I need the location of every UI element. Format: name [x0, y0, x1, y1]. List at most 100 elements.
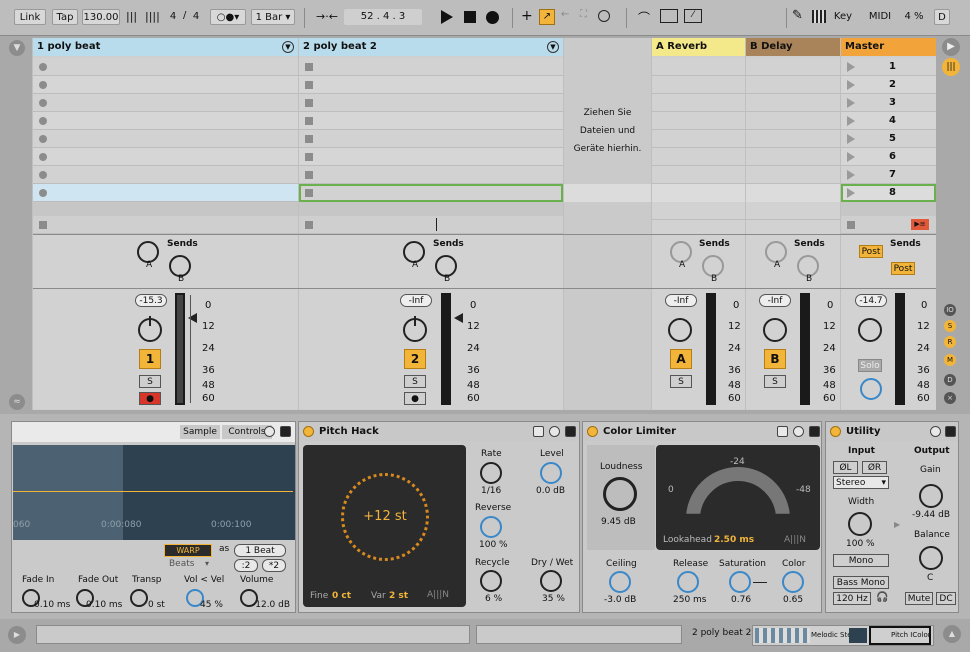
mixer-toggle-icon[interactable]: M: [944, 354, 956, 366]
clip-slot[interactable]: [299, 58, 563, 76]
stop-icon[interactable]: [464, 11, 476, 23]
return-b-volume-field[interactable]: -Inf: [759, 294, 791, 307]
master-volume-field[interactable]: -14.7: [855, 294, 887, 307]
track-1-menu-icon[interactable]: ▼: [282, 41, 294, 53]
track-1-solo[interactable]: S: [139, 375, 161, 388]
utility-expand-icon[interactable]: [930, 426, 941, 437]
return-a-volume-field[interactable]: -Inf: [665, 294, 697, 307]
nudge-down-icon[interactable]: |||: [126, 10, 140, 24]
lookahead-value[interactable]: 2.50 ms: [714, 535, 754, 545]
expand-browser-icon[interactable]: ▶: [8, 626, 26, 644]
nudge-up-icon[interactable]: ||||: [145, 10, 160, 24]
link-button[interactable]: Link: [14, 9, 46, 25]
stop-all-clips[interactable]: ▶≡: [841, 216, 936, 234]
pitch-hack-display[interactable]: +12 st Fine 0 ct Var 2 st A|||N: [303, 445, 466, 607]
beats-mode-menu[interactable]: Beats: [169, 559, 194, 569]
scene-launch[interactable]: 1: [841, 58, 936, 76]
clip-view-toggle-icon[interactable]: |||: [942, 58, 960, 76]
track-2-activator[interactable]: 2: [404, 349, 426, 369]
clip-slot[interactable]: [33, 148, 298, 166]
pitch-hack-save-icon[interactable]: [565, 426, 576, 437]
stereo-mode-select[interactable]: Stereo ▾: [833, 476, 889, 489]
loop-icon[interactable]: [660, 9, 678, 23]
punch-icon[interactable]: ⁄: [684, 9, 702, 23]
stop-all-clips-icon[interactable]: ▶≡: [911, 219, 929, 230]
fine-value[interactable]: 0 ct: [332, 591, 351, 601]
return-a-pan-knob[interactable]: [668, 318, 692, 342]
return-b-activator[interactable]: B: [764, 349, 786, 369]
keyboard-icon[interactable]: [812, 10, 826, 23]
delay-toggle-icon[interactable]: D: [944, 374, 956, 386]
gain-knob[interactable]: [919, 484, 943, 508]
saturation-knob[interactable]: [729, 571, 751, 593]
drywet-knob[interactable]: [540, 570, 562, 592]
utility-power-icon[interactable]: [830, 426, 841, 437]
automation-arm-icon[interactable]: ↗: [539, 9, 555, 25]
headphone-icon[interactable]: 🎧: [876, 592, 888, 603]
session-record-icon[interactable]: [598, 10, 610, 22]
device-overview[interactable]: Melodic Ste Pitch IColor: [752, 625, 934, 646]
mono-button[interactable]: Mono: [833, 554, 889, 567]
ceiling-knob[interactable]: [609, 571, 631, 593]
loudness-knob[interactable]: [603, 477, 637, 511]
return-a-header[interactable]: A Reverb: [652, 38, 745, 56]
detail-view-toggle-icon[interactable]: ▲: [943, 625, 961, 643]
master-solo[interactable]: Solo: [858, 359, 882, 372]
record-icon[interactable]: [486, 11, 499, 24]
quantize-menu[interactable]: 1 Bar ▾: [251, 9, 295, 25]
return-a-activator[interactable]: A: [670, 349, 692, 369]
draw-mode-icon[interactable]: ⌒: [638, 9, 650, 26]
clip-save-icon[interactable]: [280, 426, 291, 437]
transpose-knob[interactable]: [130, 589, 148, 607]
clip-slot[interactable]: [33, 166, 298, 184]
clip-slot[interactable]: [299, 94, 563, 112]
dc-button[interactable]: DC: [936, 592, 956, 605]
clip-slot[interactable]: [33, 130, 298, 148]
color-limiter-macro-icon[interactable]: [777, 426, 788, 437]
clip-slot[interactable]: [299, 76, 563, 94]
reverse-knob[interactable]: [480, 516, 502, 538]
scene-launch[interactable]: 7: [841, 166, 936, 184]
follow-icon[interactable]: →·←: [316, 10, 338, 23]
track-2-arm[interactable]: ●: [404, 392, 426, 405]
scene-launch[interactable]: 3: [841, 94, 936, 112]
rate-knob[interactable]: [480, 462, 502, 484]
cue-volume-knob[interactable]: [860, 378, 882, 400]
return-b-pan-knob[interactable]: [763, 318, 787, 342]
bass-mono-button[interactable]: Bass Mono: [833, 576, 889, 589]
scene-launch[interactable]: 5: [841, 130, 936, 148]
clip-slot[interactable]: [299, 112, 563, 130]
bass-freq-field[interactable]: 120 Hz: [833, 592, 871, 605]
mute-button[interactable]: Mute: [905, 592, 933, 605]
signature-numerator[interactable]: 4: [165, 9, 181, 25]
balance-knob[interactable]: [919, 546, 943, 570]
io-toggle-icon[interactable]: IO: [944, 304, 956, 316]
return-a-solo[interactable]: S: [670, 375, 692, 388]
track-1-activator[interactable]: 1: [139, 349, 161, 369]
color-knob[interactable]: [782, 571, 804, 593]
pitch-hack-header[interactable]: Pitch Hack: [299, 422, 579, 441]
color-limiter-header[interactable]: Color Limiter: [583, 422, 821, 441]
arrangement-position[interactable]: 52 . 4 . 3: [344, 9, 422, 25]
signature-denominator[interactable]: 4: [189, 9, 203, 25]
post-button-b[interactable]: Post: [891, 262, 915, 275]
metronome-button[interactable]: ○●▾: [210, 9, 246, 25]
collapse-browser-icon[interactable]: ▼: [9, 40, 25, 56]
stop-clips-slot[interactable]: [33, 216, 298, 234]
recycle-knob[interactable]: [480, 570, 502, 592]
clip-expand-icon[interactable]: [264, 426, 275, 437]
track-1-arm[interactable]: ●: [139, 392, 161, 405]
scene-launch-selected[interactable]: 8: [841, 184, 936, 202]
double-tempo-button[interactable]: *2: [262, 559, 286, 572]
color-limiter-expand-icon[interactable]: [793, 426, 804, 437]
hide-view-icon[interactable]: ▶: [942, 38, 960, 56]
scene-launch[interactable]: 6: [841, 148, 936, 166]
crossfader-toggle-icon[interactable]: ×: [944, 392, 956, 404]
track-1-header[interactable]: 1 poly beat ▼: [33, 38, 298, 56]
phase-left-button[interactable]: ØL: [833, 461, 858, 474]
track-2-header[interactable]: 2 poly beat 2 ▼: [299, 38, 563, 56]
color-limiter-power-icon[interactable]: [587, 426, 598, 437]
clip-slot[interactable]: [33, 112, 298, 130]
sends-toggle-icon[interactable]: S: [944, 320, 956, 332]
clip-slot-selected[interactable]: [33, 184, 298, 202]
